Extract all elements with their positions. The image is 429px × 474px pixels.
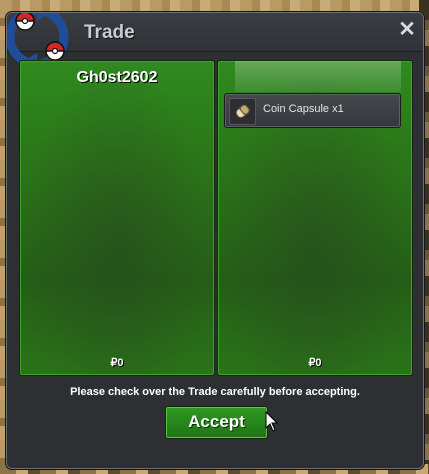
partner-offer-panel[interactable]: Coin Capsule x1 ₽0 [217, 60, 413, 376]
player-name-right [235, 61, 401, 92]
accept-button[interactable]: Accept [165, 406, 268, 439]
item-label: Coin Capsule x1 [263, 103, 344, 115]
trade-notice: Please check over the Trade carefully be… [70, 386, 360, 398]
player-name-left: Gh0st2602 [76, 69, 158, 86]
trade-item-slot[interactable]: Coin Capsule x1 [224, 93, 401, 128]
money-left: ₽0 [110, 357, 124, 369]
trade-window: Trade ✕ Gh0st2602 ₽0 Coin Capsule x1 ₽0 … [6, 12, 424, 469]
money-right: ₽0 [308, 357, 322, 369]
mouse-cursor-icon [265, 411, 279, 432]
close-icon[interactable]: ✕ [397, 19, 417, 41]
my-offer-panel[interactable]: Gh0st2602 ₽0 [19, 60, 215, 376]
window-title: Trade [84, 22, 135, 43]
coin-capsule-icon [235, 104, 250, 118]
